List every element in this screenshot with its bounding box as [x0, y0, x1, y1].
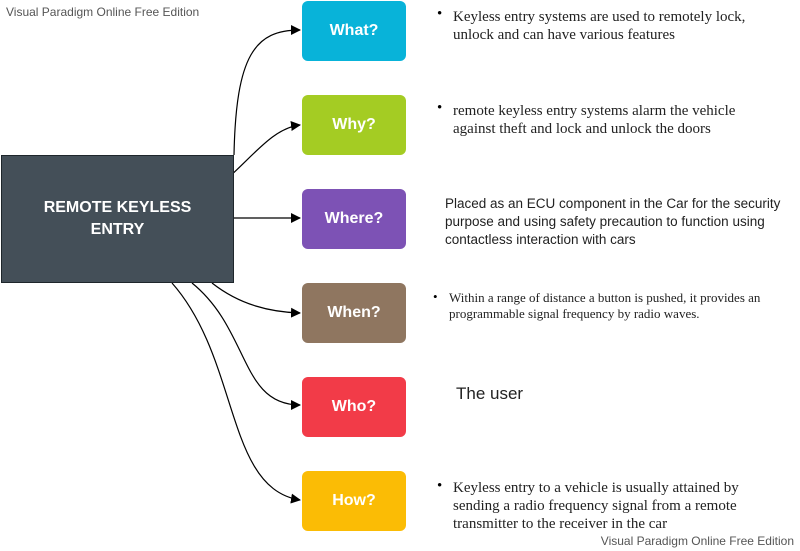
question-label-where: Where? — [324, 210, 384, 227]
question-label-why: Why? — [332, 116, 376, 133]
question-node-when[interactable]: When? — [302, 283, 406, 343]
bullet-dot: • — [437, 6, 443, 22]
question-node-why[interactable]: Why? — [302, 95, 406, 155]
watermark-bottom: Visual Paradigm Online Free Edition — [600, 534, 794, 548]
central-topic-label: REMOTE KEYLESS ENTRY — [43, 199, 192, 238]
watermark-top: Visual Paradigm Online Free Edition — [6, 5, 200, 19]
question-node-what[interactable]: What? — [302, 1, 406, 61]
connector-who — [191, 282, 301, 410]
connector-what — [233, 25, 301, 156]
question-node-who[interactable]: Who? — [302, 377, 406, 437]
central-topic-node[interactable]: REMOTE KEYLESS ENTRY — [1, 155, 234, 283]
description-where: Placed as an ECU component in the Car fo… — [445, 196, 781, 247]
description-when: Within a range of distance a button is p… — [449, 290, 761, 321]
connector-how — [171, 282, 301, 504]
question-node-how[interactable]: How? — [302, 471, 406, 531]
bullet-dot: • — [437, 100, 443, 116]
bullet-dot: • — [433, 289, 438, 304]
question-label-when: When? — [327, 304, 381, 321]
connector-when — [211, 282, 301, 318]
description-why: remote keyless entry systems alarm the v… — [453, 103, 736, 137]
question-label-who: Who? — [331, 398, 377, 415]
bullet-dot: • — [437, 478, 443, 494]
question-label-how: How? — [332, 492, 376, 509]
description-what: Keyless entry systems are used to remote… — [453, 9, 746, 43]
question-node-where[interactable]: Where? — [302, 189, 406, 249]
question-label-what: What? — [329, 22, 379, 39]
description-how: Keyless entry to a vehicle is usually at… — [453, 480, 739, 532]
description-who: The user — [456, 384, 524, 403]
